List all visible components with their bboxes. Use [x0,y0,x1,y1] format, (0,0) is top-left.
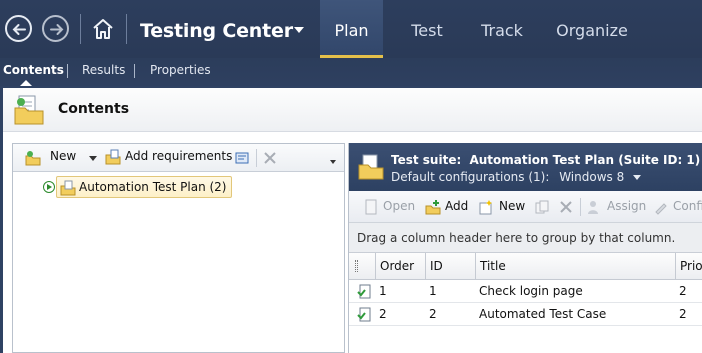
column-header-order[interactable]: Order [375,253,425,279]
config-label: Default configurations (1): [391,170,550,184]
tree-item-label: Automation Test Plan (2) [79,180,227,194]
test-case-icon [357,284,371,299]
new-button[interactable]: New [50,149,76,167]
new-dropdown-icon[interactable] [89,156,97,161]
subnav-results[interactable]: Results [82,63,125,77]
tree-item-automation-test-plan[interactable]: Automation Test Plan (2) [56,176,232,198]
tab-test[interactable]: Test [398,0,456,58]
cell-id: 2 [429,307,437,321]
home-button[interactable] [91,17,115,41]
open-icon [365,199,377,215]
query-suite-icon[interactable] [234,150,250,166]
test-case-toolbar: Open Add New Assign Confi [349,191,702,223]
toolbar-overflow-icon[interactable] [330,160,336,164]
back-arrow-icon [12,24,26,35]
test-case-grid: Order ID Title Prior 1 1 Check login pag… [349,253,702,326]
test-suite-panel: Test suite: Automation Test Plan (Suite … [348,143,702,353]
project-dropdown-icon[interactable] [294,27,304,33]
suite-icon [358,154,384,180]
column-header-title[interactable]: Title [475,253,675,279]
back-button[interactable] [5,15,32,42]
tree-expand-icon[interactable] [43,181,55,193]
tree-toolbar: New Add requirements [13,144,344,172]
cell-order: 1 [379,284,387,298]
cell-priority: 2 [679,284,687,298]
column-grip-icon [355,260,358,272]
divider [67,64,68,78]
group-by-bar[interactable]: Drag a column header here to group by th… [349,223,702,253]
home-icon [93,19,113,39]
test-plan-tree-panel: New Add requirements Automation Test Pla… [12,143,345,353]
cell-title: Automated Test Case [479,307,607,321]
configure-icon [655,203,667,215]
cell-id: 1 [429,284,437,298]
test-plan-icon [14,95,44,125]
app-title: Testing Center [140,20,293,42]
forward-arrow-icon [50,24,64,35]
page-title: Contents [58,101,130,117]
suite-name: Automation Test Plan (Suite ID: 1) [469,153,701,167]
divider [80,14,81,44]
subnav-contents[interactable]: Contents [3,63,64,77]
assign-icon [588,201,598,214]
chevron-down-icon [633,175,642,180]
forward-button[interactable] [42,15,69,42]
add-button[interactable]: Add [445,199,468,217]
configure-button[interactable]: Confi [673,199,702,217]
remove-icon[interactable] [558,199,574,215]
suite-header: Test suite: Automation Test Plan (Suite … [349,143,702,191]
delete-icon[interactable] [262,150,278,166]
divider [126,14,127,44]
grid-header: Order ID Title Prior [349,253,702,280]
copy-icon[interactable] [534,199,550,215]
suite-label: Test suite: [391,153,462,167]
new-button[interactable]: New [499,199,525,217]
tab-organize[interactable]: Organize [550,0,634,58]
subnav-properties[interactable]: Properties [150,63,211,77]
add-test-case-icon [425,200,441,215]
new-suite-icon [25,151,41,166]
divider [256,149,257,167]
suite-configurations: Default configurations (1): Windows 8 [391,170,642,184]
cell-order: 2 [379,307,387,321]
column-header-priority[interactable]: Prior [675,253,702,279]
cell-title: Check login page [479,284,583,298]
main-area: Contents New Add requirements Automation… [0,86,702,353]
add-requirements-icon [105,149,121,165]
divider [134,64,135,78]
suite-title: Test suite: Automation Test Plan (Suite … [391,153,700,167]
tab-track[interactable]: Track [470,0,534,58]
table-row[interactable]: 2 2 Automated Test Case 2 [349,303,702,326]
sub-navigation: Contents Results Properties [0,58,702,86]
test-case-icon [357,307,371,322]
row-selector-header[interactable] [349,253,375,279]
add-requirements-button[interactable]: Add requirements [125,149,232,167]
config-value: Windows 8 [559,170,625,184]
cell-priority: 2 [679,307,687,321]
page-header: Contents [3,88,702,132]
divider [580,198,581,216]
assign-button[interactable]: Assign [607,199,646,217]
open-button[interactable]: Open [383,199,415,217]
content-pane: Contents New Add requirements Automation… [3,88,702,353]
column-header-id[interactable]: ID [425,253,475,279]
tab-plan[interactable]: Plan [320,0,383,58]
top-navigation-bar: Testing Center Plan Test Track Organize [0,0,702,58]
new-test-case-icon [479,200,492,215]
config-dropdown[interactable]: Windows 8 [559,170,642,184]
table-row[interactable]: 1 1 Check login page 2 [349,280,702,303]
test-plan-folder-icon [60,180,76,196]
